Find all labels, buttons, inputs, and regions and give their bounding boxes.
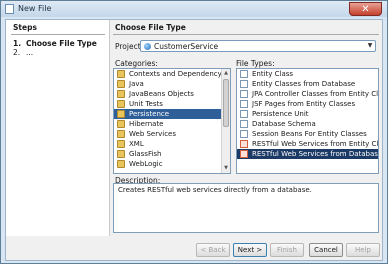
file-type-item[interactable]: Entity Classes from Database [237,79,378,89]
rest-icon [240,140,248,148]
folder-icon [117,120,125,128]
scroll-up-icon[interactable]: ▲ [222,69,230,78]
file-type-label: RESTful Web Services from Entity Classes [252,140,379,148]
file-type-label: RESTful Web Services from Database [252,150,379,158]
folder-icon [117,80,125,88]
folder-icon [117,110,125,118]
cancel-button[interactable]: Cancel [309,243,343,257]
category-label: Contexts and Dependency Injection [129,70,230,78]
folder-icon [117,160,125,168]
file-type-label: Entity Classes from Database [252,80,356,88]
window-title: New File [18,4,52,13]
file-type-item[interactable]: JSF Pages from Entity Classes [237,99,378,109]
file-type-item-selected[interactable]: RESTful Web Services from Database [237,149,378,159]
folder-icon [117,70,125,78]
panel-heading: Choose File Type [115,23,186,32]
step-label: ... [26,48,34,57]
file-type-label: JPA Controller Classes from Entity Class… [252,90,379,98]
categories-label: Categories: [115,59,158,68]
folder-icon [117,150,125,158]
steps-heading: Steps [13,23,37,32]
file-types-list[interactable]: Entity Class Entity Classes from Databas… [236,68,379,174]
category-item[interactable]: GlassFish [114,149,230,159]
categories-scrollbar[interactable]: ▲ ▼ [221,69,230,173]
file-type-item[interactable]: JPA Controller Classes from Entity Class… [237,89,378,99]
panel-divider [113,34,379,35]
folder-icon [117,90,125,98]
project-value: CustomerService [154,42,219,51]
title-bar: New File ✕ [1,1,387,17]
step-number: 1. [13,39,22,48]
category-label: GlassFish [129,150,162,158]
categories-list[interactable]: Contexts and Dependency Injection Java J… [113,68,231,174]
category-item[interactable]: Unit Tests [114,99,230,109]
step-2: 2.... [13,48,33,57]
folder-icon [117,130,125,138]
help-button[interactable]: Help [346,243,380,257]
category-item[interactable]: XML [114,139,230,149]
close-button[interactable]: ✕ [349,2,382,16]
project-globe-icon [144,43,151,50]
category-item[interactable]: Web Services [114,129,230,139]
step-1: 1. Choose File Type [13,39,97,48]
scroll-thumb[interactable] [223,79,229,127]
file-type-item[interactable]: RESTful Web Services from Entity Classes [237,139,378,149]
new-file-icon [5,4,14,14]
steps-divider [11,34,105,35]
choose-file-type-panel: Choose File Type Project: CustomerServic… [113,20,382,236]
description-text: Creates RESTful web services directly fr… [118,186,312,194]
file-type-item[interactable]: Session Beans For Entity Classes [237,129,378,139]
folder-icon [117,140,125,148]
file-type-label: Session Beans For Entity Classes [252,130,367,138]
category-item[interactable]: JavaBeans Objects [114,89,230,99]
category-label: Java [129,80,144,88]
category-item[interactable]: Java [114,79,230,89]
new-file-dialog: New File ✕ Steps 1. Choose File Type 2...… [0,0,388,264]
category-item[interactable]: Contexts and Dependency Injection [114,69,230,79]
file-icon [240,80,248,88]
chevron-down-icon[interactable]: ▼ [365,41,375,51]
file-icon [240,120,248,128]
step-number: 2. [13,48,21,57]
finish-button[interactable]: Finish [270,243,304,257]
category-label: JavaBeans Objects [129,90,194,98]
category-item[interactable]: Hibernate [114,119,230,129]
project-label: Project: [115,42,144,51]
description-box: Creates RESTful web services directly fr… [113,183,379,233]
file-icon [240,90,248,98]
next-button[interactable]: Next > [233,243,267,257]
file-type-label: Entity Class [252,70,294,78]
file-icon [240,100,248,108]
category-label: XML [129,140,144,148]
file-icon [240,110,248,118]
rest-icon [240,150,248,158]
folder-icon [117,100,125,108]
step-label: Choose File Type [26,39,97,48]
button-bar: < Back Next > Finish Cancel Help [6,240,382,260]
category-label: Hibernate [129,120,164,128]
category-label: Web Services [129,130,177,138]
category-item-selected[interactable]: Persistence [114,109,230,119]
scroll-down-icon[interactable]: ▼ [222,164,230,173]
file-type-label: Persistence Unit [252,110,309,118]
category-label: Persistence [129,110,170,118]
category-label: WebLogic [129,160,163,168]
category-item[interactable]: WebLogic [114,159,230,169]
file-type-item[interactable]: Persistence Unit [237,109,378,119]
steps-panel: Steps 1. Choose File Type 2.... [6,20,110,236]
file-icon [240,70,248,78]
file-types-label: File Types: [236,59,275,68]
file-type-item[interactable]: Database Schema [237,119,378,129]
back-button[interactable]: < Back [196,243,230,257]
project-select[interactable]: CustomerService ▼ [140,40,376,52]
file-icon [240,130,248,138]
category-label: Unit Tests [129,100,163,108]
file-type-label: JSF Pages from Entity Classes [252,100,356,108]
file-type-item[interactable]: Entity Class [237,69,378,79]
dialog-body: Steps 1. Choose File Type 2.... Choose Fi… [5,19,383,261]
file-type-label: Database Schema [252,120,316,128]
